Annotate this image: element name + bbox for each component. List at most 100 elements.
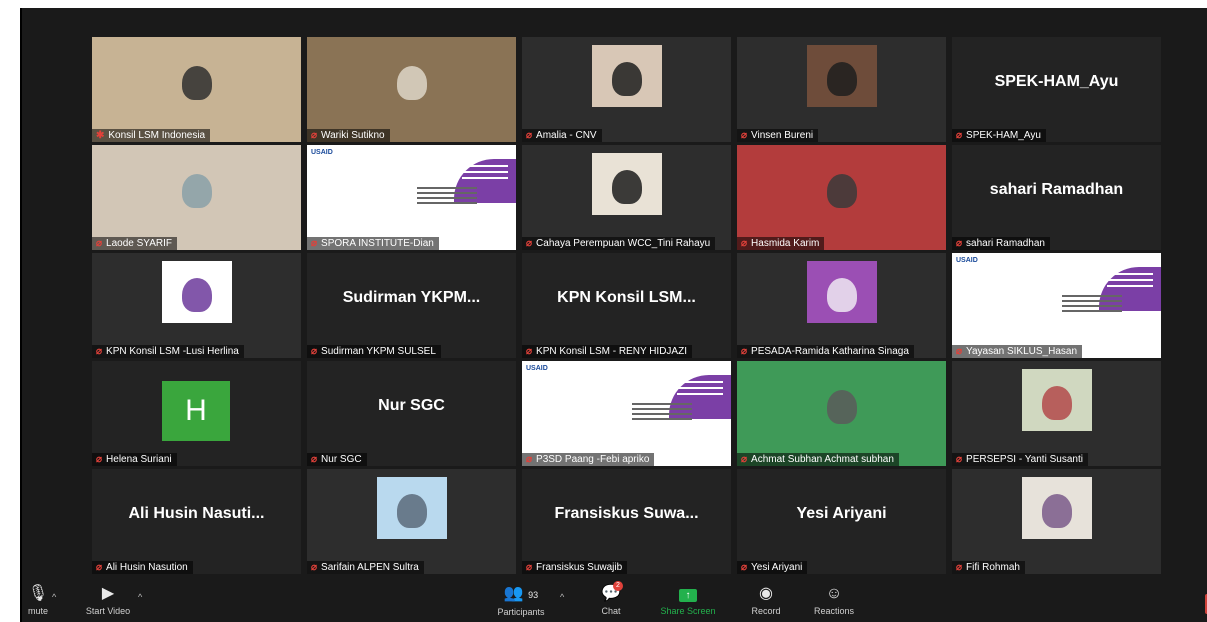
participant-tile[interactable]: ⌀ Fifi Rohmah xyxy=(952,469,1161,574)
microphone-muted-icon: ⌀ xyxy=(956,346,963,357)
microphone-muted-icon: ⌀ xyxy=(741,454,748,465)
participant-tile[interactable]: ⌀ PESADA-Ramida Katharina Sinaga xyxy=(737,253,946,358)
participant-tile[interactable]: USAID ⌀ SPORA INSTITUTE-Dian xyxy=(307,145,516,250)
avatar: H xyxy=(162,381,230,441)
participant-name-label: ⌀ Vinsen Bureni xyxy=(737,129,819,142)
participant-video xyxy=(737,145,946,250)
participant-name: Fransiskus Suwajib xyxy=(536,562,623,573)
participant-tile[interactable]: SPEK-HAM_Ayu ⌀ SPEK-HAM_Ayu xyxy=(952,37,1161,142)
microphone-muted-icon: ⌀ xyxy=(741,238,748,249)
participant-tile[interactable]: ⌀ Achmat Subhan Achmat subhan xyxy=(737,361,946,466)
participant-name: Vinsen Bureni xyxy=(751,130,814,141)
participant-display-name: KPN Konsil LSM... xyxy=(557,289,696,306)
camera-off-icon: ▶ xyxy=(101,585,115,602)
participant-tile[interactable]: ⌀ PERSEPSI - Yanti Susanti xyxy=(952,361,1161,466)
participant-video xyxy=(307,469,516,574)
participants-icon: 👥 93 xyxy=(503,585,539,602)
participant-name-label: ⌀ sahari Ramadhan xyxy=(952,237,1050,250)
participant-tile[interactable]: USAID ⌀ Yayasan SIKLUS_Hasan xyxy=(952,253,1161,358)
participant-name: Sarifain ALPEN Sultra xyxy=(321,562,419,573)
participant-tile[interactable]: ⌀ Wariki Sutikno xyxy=(307,37,516,142)
reactions-button[interactable]: ☺ Reactions xyxy=(808,584,860,618)
participant-name-label: ⌀ Achmat Subhan Achmat subhan xyxy=(737,453,899,466)
microphone-muted-icon: ⌀ xyxy=(96,562,103,573)
shared-slide-thumbnail: USAID xyxy=(522,361,731,466)
participant-name: Amalia - CNV xyxy=(536,130,597,141)
participant-tile[interactable]: Sudirman YKPM... ⌀ Sudirman YKPM SULSEL xyxy=(307,253,516,358)
participant-tile[interactable]: USAID ⌀ P3SD Paang -Febi apriko xyxy=(522,361,731,466)
participant-tile[interactable]: ⌀ Cahaya Perempuan WCC_Tini Rahayu xyxy=(522,145,731,250)
participant-name-label: ⌀ Fifi Rohmah xyxy=(952,561,1025,574)
participant-tile[interactable]: KPN Konsil LSM... ⌀ KPN Konsil LSM - RENY … xyxy=(522,253,731,358)
participant-name: Yayasan SIKLUS_Hasan xyxy=(966,346,1078,357)
participant-display-name: Yesi Ariyani xyxy=(796,505,887,522)
microphone-muted-icon: ⌀ xyxy=(526,346,533,357)
participant-name-label: ⌀ Wariki Sutikno xyxy=(307,129,390,142)
participant-name: Yesi Ariyani xyxy=(751,562,803,573)
start-video-button[interactable]: ▶ Start Video xyxy=(80,584,136,618)
microphone-muted-icon: ⌀ xyxy=(96,346,103,357)
microphone-muted-icon: ⌀ xyxy=(741,562,748,573)
participant-name: Nur SGC xyxy=(321,454,362,465)
shared-slide-thumbnail: USAID xyxy=(307,145,516,250)
participant-display-name: SPEK-HAM_Ayu xyxy=(994,73,1119,90)
participant-tile[interactable]: H ⌀ Helena Suriani xyxy=(92,361,301,466)
participant-tile[interactable]: ✱ Konsil LSM Indonesia xyxy=(92,37,301,142)
record-icon: ◉ xyxy=(759,585,773,602)
participant-name: Hasmida Karim xyxy=(751,238,820,249)
participant-tile[interactable]: Yesi Ariyani ⌀ Yesi Ariyani xyxy=(737,469,946,574)
participant-tile[interactable]: Nur SGC ⌀ Nur SGC xyxy=(307,361,516,466)
participant-name-label: ✱ Konsil LSM Indonesia xyxy=(92,129,211,142)
microphone-muted-icon: ⌀ xyxy=(956,238,963,249)
participants-options-caret-icon[interactable]: ^ xyxy=(560,592,564,602)
microphone-muted-icon: ⌀ xyxy=(96,454,103,465)
participant-tile[interactable]: Ali Husin Nasuti... ⌀ Ali Husin Nasution xyxy=(92,469,301,574)
participant-video xyxy=(92,253,301,358)
participant-video xyxy=(952,469,1161,574)
participant-name-label: ⌀ Yesi Ariyani xyxy=(737,561,808,574)
microphone-muted-icon: ⌀ xyxy=(311,346,318,357)
participant-name: KPN Konsil LSM -Lusi Herlina xyxy=(106,346,239,357)
participant-tile[interactable]: ⌀ Amalia - CNV xyxy=(522,37,731,142)
participant-name: Cahaya Perempuan WCC_Tini Rahayu xyxy=(536,238,711,249)
participant-display-name: Fransiskus Suwa... xyxy=(554,505,699,522)
participant-name-label: ⌀ SPORA INSTITUTE-Dian xyxy=(307,237,439,250)
participant-display-name: sahari Ramadhan xyxy=(989,181,1124,198)
participant-name-label: ⌀ Fransiskus Suwajib xyxy=(522,561,628,574)
microphone-muted-icon: ⌀ xyxy=(526,562,533,573)
participant-tile[interactable]: ⌀ KPN Konsil LSM -Lusi Herlina xyxy=(92,253,301,358)
participant-name: Sudirman YKPM SULSEL xyxy=(321,346,436,357)
participant-video xyxy=(92,145,301,250)
audio-options-caret-icon[interactable]: ^ xyxy=(52,592,56,602)
participant-name: PESADA-Ramida Katharina Sinaga xyxy=(751,346,909,357)
participant-name-label: ⌀ Sarifain ALPEN Sultra xyxy=(307,561,424,574)
microphone-muted-icon: ⌀ xyxy=(311,130,318,141)
participant-tile[interactable]: ⌀ Laode SYARIF xyxy=(92,145,301,250)
participant-name-label: ⌀ Helena Suriani xyxy=(92,453,177,466)
chat-button[interactable]: 💬 2 Chat xyxy=(594,581,628,618)
participant-name: P3SD Paang -Febi apriko xyxy=(536,454,650,465)
participant-tile[interactable]: ⌀ Sarifain ALPEN Sultra xyxy=(307,469,516,574)
participant-name-label: ⌀ KPN Konsil LSM -Lusi Herlina xyxy=(92,345,244,358)
share-screen-button[interactable]: ↑ Share Screen xyxy=(654,584,722,618)
microphone-muted-icon: ⌀ xyxy=(741,346,748,357)
participant-name-label: ⌀ PESADA-Ramida Katharina Sinaga xyxy=(737,345,914,358)
participant-tile[interactable]: ⌀ Vinsen Bureni xyxy=(737,37,946,142)
video-options-caret-icon[interactable]: ^ xyxy=(138,592,142,602)
participant-tile[interactable]: ⌀ Hasmida Karim xyxy=(737,145,946,250)
participants-button[interactable]: 👥 93 Participants xyxy=(486,584,556,619)
participant-tile[interactable]: Fransiskus Suwa... ⌀ Fransiskus Suwajib xyxy=(522,469,731,574)
participant-video xyxy=(952,361,1161,466)
shared-slide-thumbnail: USAID xyxy=(952,253,1161,358)
participant-name-label: ⌀ SPEK-HAM_Ayu xyxy=(952,129,1046,142)
participant-name: sahari Ramadhan xyxy=(966,238,1045,249)
mute-button[interactable]: 🎙 mute xyxy=(24,584,52,618)
participant-name: SPORA INSTITUTE-Dian xyxy=(321,238,434,249)
participant-name: KPN Konsil LSM - RENY HIDJAZI xyxy=(536,346,687,357)
record-button[interactable]: ◉ Record xyxy=(746,584,786,618)
participant-tile[interactable]: sahari Ramadhan ⌀ sahari Ramadhan xyxy=(952,145,1161,250)
participant-name-label: ⌀ Yayasan SIKLUS_Hasan xyxy=(952,345,1083,358)
participant-name-label: ⌀ Cahaya Perempuan WCC_Tini Rahayu xyxy=(522,237,716,250)
participant-name-label: ⌀ P3SD Paang -Febi apriko xyxy=(522,453,655,466)
participant-name: Konsil LSM Indonesia xyxy=(108,130,206,141)
